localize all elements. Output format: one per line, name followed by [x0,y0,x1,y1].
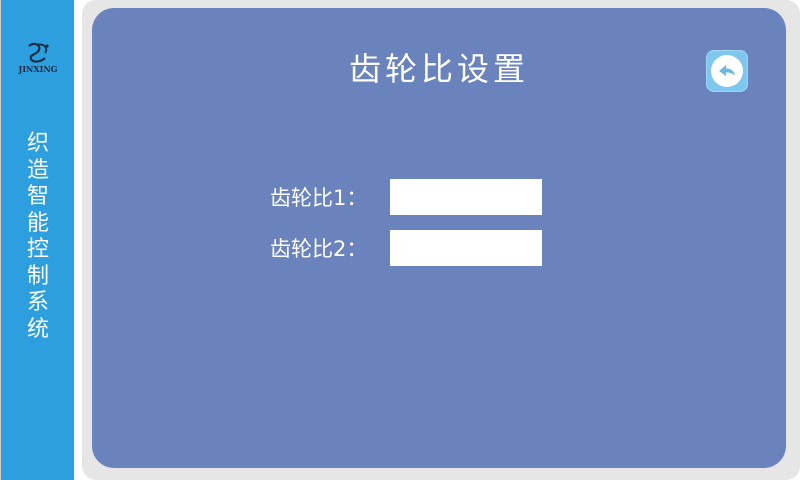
system-title-char: 系 [26,290,49,315]
system-title-char: 造 [26,157,49,183]
brand-logo: JINXING [1,42,75,74]
system-title-char: 制 [26,263,49,289]
gear-ratio-1-label: 齿轮比1： [270,186,368,210]
gear-ratio-1-input[interactable] [390,179,542,215]
page-title: 齿轮比设置 [348,50,529,88]
gear-ratio-2-label: 齿轮比2： [270,237,368,261]
jinxing-logo-icon [28,42,49,63]
back-arrow-icon [719,65,735,76]
system-title-char: 控 [26,237,49,262]
brand-name: JINXING [18,64,58,74]
system-title-char: 织 [26,131,49,156]
system-title-char: 智 [26,184,49,209]
gear-ratio-2-input[interactable] [390,230,542,266]
system-title-char: 能 [26,210,49,236]
system-title: 织造智能控制系统 [1,131,75,343]
back-button[interactable] [706,50,748,92]
sidebar: JINXING 织造智能控制系统 [0,0,74,480]
gear-ratio-1-row: 齿轮比1： [92,179,786,217]
system-title-char: 统 [26,316,49,342]
settings-panel: 齿轮比设置 齿轮比1： 齿轮比2： [92,8,786,468]
gear-ratio-2-row: 齿轮比2： [92,230,786,268]
